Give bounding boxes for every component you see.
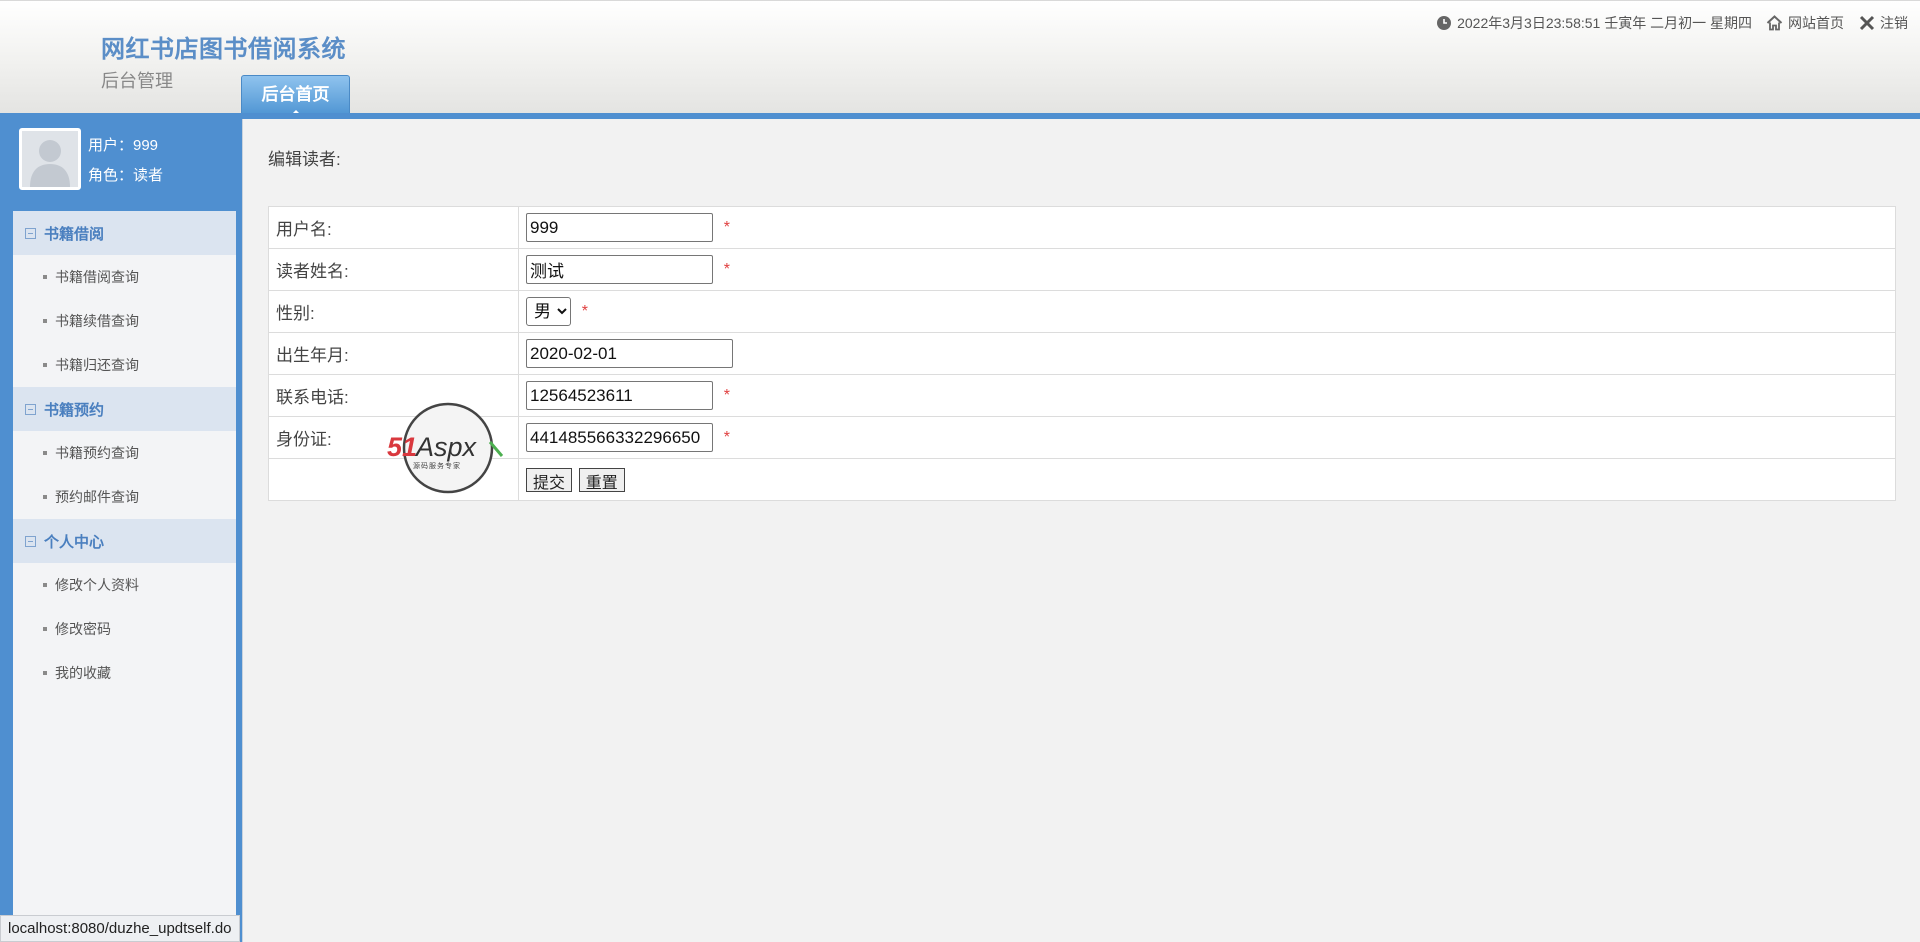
sidebar-item-favorites[interactable]: 我的收藏 — [13, 651, 236, 695]
bullet-icon — [43, 627, 47, 631]
submit-button[interactable]: 提交 — [526, 467, 573, 492]
page-title: 编辑读者: — [268, 150, 341, 169]
user-info: 用户：999 角色：读者 — [88, 131, 163, 191]
birth-cell — [518, 332, 1896, 375]
tab-admin-home[interactable]: 后台首页 — [241, 75, 350, 116]
required-mark: * — [581, 302, 588, 320]
bullet-icon — [43, 671, 47, 675]
collapse-icon — [25, 227, 36, 239]
username-input[interactable] — [526, 213, 713, 242]
menu-group-label: 书籍借阅 — [44, 225, 105, 243]
bullet-icon — [43, 275, 47, 279]
sidebar-item-label: 修改个人资料 — [55, 577, 139, 593]
form-row-id-card: 身份证: * — [268, 416, 1896, 459]
sidebar-item-label: 书籍归还查询 — [55, 357, 139, 373]
top-right-toolbar: 2022年3月3日23:58:51 壬寅年 二月初一 星期四 网站首页 注销 — [1421, 13, 1908, 33]
menu-group-book-reserve[interactable]: 书籍预约 — [13, 387, 236, 431]
watermark-word: Aspx — [414, 432, 478, 462]
home-icon — [1766, 15, 1783, 32]
edit-reader-form: 用户名: * 读者姓名: * 性别: 男 * 出生年月: — [268, 206, 1896, 501]
form-row-gender: 性别: 男 * — [268, 290, 1896, 333]
header: 网红书店图书借阅系统 后台管理 后台首页 2022年3月3日23:58:51 壬… — [0, 0, 1920, 116]
form-row-birth: 出生年月: — [268, 332, 1896, 375]
birth-label: 出生年月: — [268, 332, 519, 375]
user-role: 角色：读者 — [88, 167, 164, 184]
clock-icon — [1435, 15, 1452, 32]
sidebar: 用户：999 角色：读者 书籍借阅 书籍借阅查询 书籍续借查询 书籍归还查询 书… — [0, 119, 242, 942]
sidebar-item-label: 书籍借阅查询 — [55, 269, 139, 285]
watermark-number: 51 — [387, 432, 417, 462]
form-row-phone: 联系电话: * — [268, 374, 1896, 417]
site-title: 网红书店图书借阅系统 — [101, 36, 346, 63]
logout-link[interactable]: 注销 — [1858, 13, 1908, 33]
phone-input[interactable] — [526, 381, 713, 410]
required-mark: * — [723, 386, 730, 404]
menu-group-label: 个人中心 — [44, 533, 105, 551]
id-card-cell: * — [518, 416, 1896, 459]
sidebar-item-reserve-query[interactable]: 书籍预约查询 — [13, 431, 236, 475]
sidebar-item-change-password[interactable]: 修改密码 — [13, 607, 236, 651]
id-card-input[interactable] — [526, 423, 713, 452]
bullet-icon — [43, 451, 47, 455]
main-content: 编辑读者: 用户名: * 读者姓名: * 性别: 男 * — [242, 119, 1920, 942]
datetime-display: 2022年3月3日23:58:51 壬寅年 二月初一 星期四 — [1435, 13, 1752, 33]
site-home-label: 网站首页 — [1788, 15, 1844, 31]
bullet-icon — [43, 319, 47, 323]
reset-button[interactable]: 重置 — [578, 467, 625, 492]
status-bar-url: localhost:8080/duzhe_updtself.do — [0, 915, 240, 942]
form-row-reader-name: 读者姓名: * — [268, 248, 1896, 291]
logout-label: 注销 — [1880, 15, 1908, 31]
sidebar-item-label: 修改密码 — [55, 621, 111, 637]
sidebar-item-return-query[interactable]: 书籍归还查询 — [13, 343, 236, 387]
sidebar-item-renew-query[interactable]: 书籍续借查询 — [13, 299, 236, 343]
menu-group-label: 书籍预约 — [44, 401, 105, 419]
tab-admin-home-label: 后台首页 — [261, 85, 330, 104]
reader-name-input[interactable] — [526, 255, 713, 284]
user-name: 用户：999 — [88, 137, 159, 154]
collapse-icon — [25, 535, 36, 547]
site-subtitle: 后台管理 — [101, 71, 173, 91]
phone-cell: * — [518, 374, 1896, 417]
datetime-text: 2022年3月3日23:58:51 壬寅年 二月初一 星期四 — [1457, 15, 1752, 31]
sidebar-item-borrow-query[interactable]: 书籍借阅查询 — [13, 255, 236, 299]
sidebar-item-reserve-mail-query[interactable]: 预约邮件查询 — [13, 475, 236, 519]
menu-group-personal-center[interactable]: 个人中心 — [13, 519, 236, 563]
collapse-icon — [25, 403, 36, 415]
gender-cell: 男 * — [518, 290, 1896, 333]
form-row-username: 用户名: * — [268, 206, 1896, 249]
site-home-link[interactable]: 网站首页 — [1766, 13, 1844, 33]
user-silhouette-icon — [22, 131, 78, 187]
bullet-icon — [43, 495, 47, 499]
sidebar-item-label: 预约邮件查询 — [55, 489, 139, 505]
gender-select[interactable]: 男 — [526, 297, 571, 326]
username-label: 用户名: — [268, 206, 519, 249]
username-cell: * — [518, 206, 1896, 249]
required-mark: * — [723, 260, 730, 278]
gender-label: 性别: — [268, 290, 519, 333]
birth-date-input[interactable] — [526, 339, 733, 368]
sidebar-item-label: 书籍续借查询 — [55, 313, 139, 329]
sidebar-item-edit-profile[interactable]: 修改个人资料 — [13, 563, 236, 607]
avatar — [19, 128, 81, 190]
sidebar-menu: 书籍借阅 书籍借阅查询 书籍续借查询 书籍归还查询 书籍预约 书籍预约查询 预约… — [13, 211, 236, 942]
watermark-tagline: 源码服务专家 — [413, 461, 461, 470]
bullet-icon — [43, 583, 47, 587]
bullet-icon — [43, 363, 47, 367]
required-mark: * — [723, 218, 730, 236]
actions-cell: 提交 重置 — [518, 458, 1896, 501]
reader-name-cell: * — [518, 248, 1896, 291]
required-mark: * — [723, 428, 730, 446]
form-row-actions: 提交 重置 — [268, 458, 1896, 501]
sidebar-item-label: 我的收藏 — [55, 665, 111, 681]
sidebar-item-label: 书籍预约查询 — [55, 445, 139, 461]
menu-group-book-borrow[interactable]: 书籍借阅 — [13, 211, 236, 255]
51aspx-watermark-logo: 51 Aspx 源码服务专家 — [387, 402, 504, 494]
reader-name-label: 读者姓名: — [268, 248, 519, 291]
close-icon — [1858, 15, 1875, 32]
